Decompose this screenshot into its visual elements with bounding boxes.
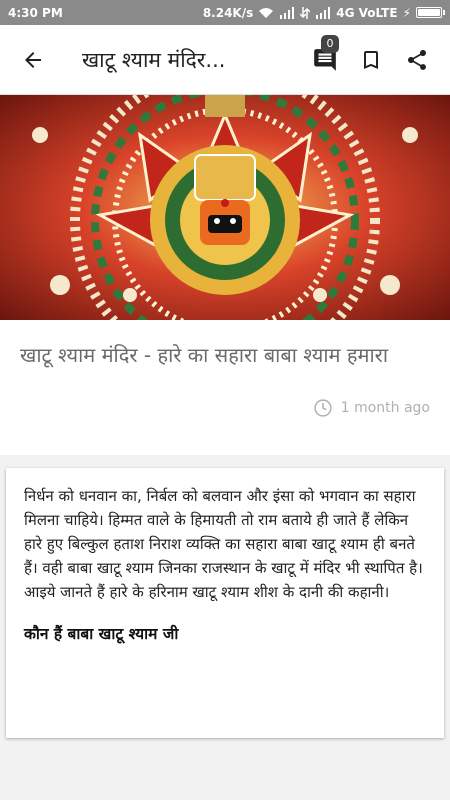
comment-count-badge: 0 bbox=[321, 34, 339, 53]
article-body-text: निर्धन को धनवान का, निर्बल को बलवान और इ… bbox=[24, 487, 423, 601]
wifi-icon bbox=[259, 7, 274, 18]
network-speed: 8.24K/s bbox=[202, 5, 254, 20]
article-body-card: निर्धन को धनवान का, निर्बल को बलवान और इ… bbox=[6, 468, 444, 738]
share-button[interactable] bbox=[394, 37, 440, 83]
network-type: 4G VoLTE bbox=[336, 5, 398, 20]
article-subheading: कौन हैं बाबा खाटू श्याम जी bbox=[24, 625, 179, 643]
battery-fill bbox=[418, 9, 440, 16]
bookmark-button[interactable] bbox=[348, 37, 394, 83]
comments-button[interactable]: 0 bbox=[302, 34, 348, 83]
article-meta: 1 month ago bbox=[20, 398, 430, 418]
hero-image bbox=[0, 95, 450, 320]
signal-icon-2 bbox=[316, 6, 331, 19]
status-icons: 8.24K/s 4G VoLTE ⚡ bbox=[202, 5, 445, 20]
published-time: 1 month ago bbox=[340, 400, 430, 416]
signal-icon bbox=[280, 6, 295, 19]
battery-icon bbox=[416, 7, 445, 18]
headline-block: खाटू श्याम मंदिर - हारे का सहारा बाबा श्… bbox=[0, 320, 450, 455]
app-bar: खाटू श्याम मंदिर... 0 bbox=[0, 25, 450, 95]
article-headline: खाटू श्याम मंदिर - हारे का सहारा बाबा श्… bbox=[20, 343, 388, 367]
data-arrows-icon bbox=[300, 6, 311, 19]
status-bar: 4:30 PM 8.24K/s 4G VoLTE ⚡ bbox=[0, 0, 450, 25]
charging-icon: ⚡ bbox=[402, 5, 411, 20]
bookmark-icon bbox=[364, 50, 378, 69]
app-bar-title: खाटू श्याम मंदिर... bbox=[82, 47, 226, 72]
share-icon bbox=[408, 49, 426, 70]
back-button[interactable] bbox=[10, 37, 56, 83]
clock-icon bbox=[314, 399, 332, 417]
status-time: 4:30 PM bbox=[8, 5, 63, 20]
arrow-left-icon bbox=[25, 51, 41, 68]
deity-image bbox=[0, 95, 450, 320]
